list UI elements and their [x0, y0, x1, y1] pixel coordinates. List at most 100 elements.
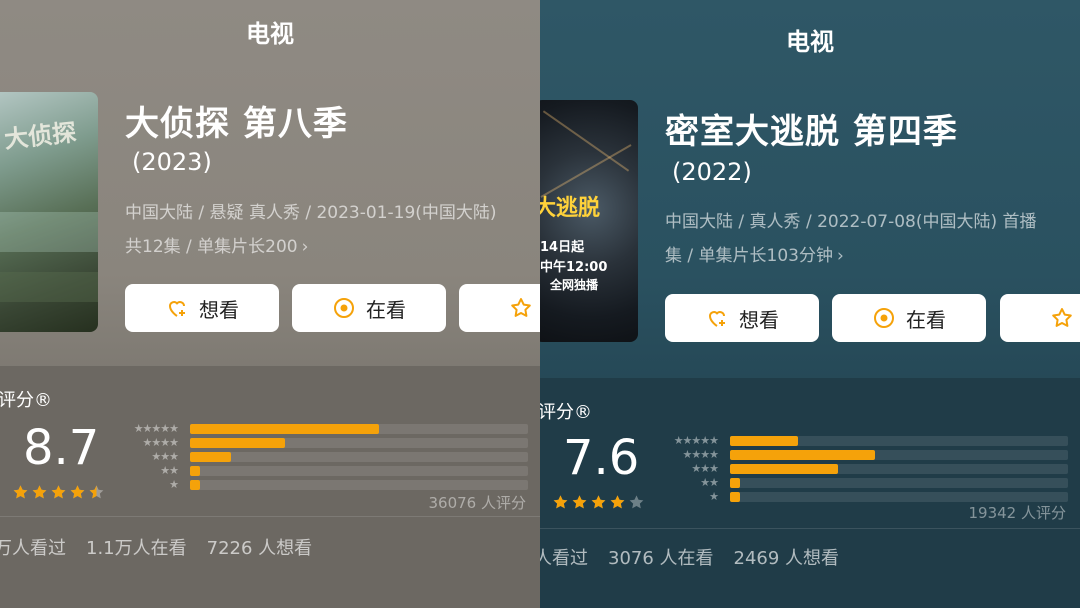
poster-date-text: 14日起 [540, 240, 585, 255]
want-button[interactable]: 想看 [125, 284, 279, 332]
screen: 电视 大侦探 大侦探 第八季 (2023) 中国大陆 / 悬疑 真人秀 / 20… [0, 0, 1080, 608]
watch-stats: 人看过 3076 人在看 2469 人想看 [540, 544, 839, 570]
want-button-label: 想看 [199, 297, 239, 322]
rating-section: 评分® 7.6 ★★★★★ ★★★★ ★★★ ★★ ★ 19342 人评分 人看过 30… [540, 378, 1080, 608]
watched-button[interactable]: 看 [1000, 294, 1080, 342]
star-half-icon [89, 485, 104, 499]
distribution-row: ★★ [122, 464, 530, 478]
meta-line-1: 中国大陆 / 悬疑 真人秀 / 2023-01-19(中国大陆) [125, 203, 497, 223]
want-button[interactable]: 想看 [665, 294, 819, 342]
row-stars-icon: ★★★★★ [133, 422, 179, 435]
distribution-track [190, 424, 528, 434]
show-title: 密室大逃脱 第四季 [665, 112, 958, 152]
meta-line-2: 集 / 单集片长103分钟 [665, 246, 833, 266]
star-filled-icon [553, 495, 568, 509]
watched-count: 人看过 [540, 548, 588, 569]
heart-plus-icon [168, 301, 185, 317]
poster-detail [0, 272, 98, 302]
star-filled-icon [32, 485, 47, 499]
distribution-bar [190, 438, 285, 448]
row-stars-icon: ★ [169, 478, 179, 491]
row-stars-icon: ★★ [700, 476, 719, 489]
rating-distribution: ★★★★★ ★★★★ ★★★ ★★ ★ [122, 422, 530, 492]
rating-label: 评分® [0, 390, 52, 411]
row-stars-icon: ★★★ [151, 450, 179, 463]
star-filled-icon [13, 485, 28, 499]
distribution-row: ★ [122, 478, 530, 492]
poster-detail [0, 212, 98, 252]
poster-image[interactable]: 大侦探 [0, 92, 98, 332]
rating-section: 评分® 8.7 ★★★★★ ★★★★ ★★★ ★★ ★ 36076 人评分 万人看过 1… [0, 366, 540, 608]
distribution-row: ★★★★ [122, 436, 530, 450]
distribution-row: ★★ [662, 476, 1070, 490]
meta-line-1: 中国大陆 / 真人秀 / 2022-07-08(中国大陆) 首播 [665, 212, 1037, 232]
show-year: (2022) [672, 158, 752, 186]
divider [0, 516, 540, 517]
watch-stats: 万人看过 1.1万人在看 7226 人想看 [0, 534, 312, 560]
distribution-bar [730, 478, 741, 488]
distribution-bar [730, 450, 876, 460]
distribution-row: ★★★ [122, 450, 530, 464]
distribution-row: ★★★ [662, 462, 1070, 476]
distribution-track [190, 452, 528, 462]
watching-button[interactable]: 在看 [832, 294, 986, 342]
distribution-track [730, 436, 1068, 446]
row-stars-icon: ★★★ [691, 462, 719, 475]
star-filled-icon [572, 495, 587, 509]
distribution-track [730, 492, 1068, 502]
watching-button[interactable]: 在看 [292, 284, 446, 332]
watching-button-label: 在看 [906, 307, 946, 332]
watched-count: 万人看过 [0, 538, 66, 559]
rating-stars [12, 484, 105, 501]
distribution-bar [190, 466, 201, 476]
rating-count: 19342 人评分 [968, 504, 1067, 522]
distribution-track [190, 466, 528, 476]
watching-icon [874, 308, 894, 328]
poster-exclusive-text: 全网独播 [550, 278, 599, 292]
distribution-bar [730, 464, 839, 474]
want-count: 2469 人想看 [733, 548, 840, 569]
want-count: 7226 人想看 [206, 538, 313, 559]
distribution-track [190, 438, 528, 448]
show-meta[interactable]: 中国大陆 / 真人秀 / 2022-07-08(中国大陆) 首播 集 / 单集片… [665, 205, 1037, 273]
heart-plus-icon [708, 311, 725, 327]
distribution-bar [190, 452, 231, 462]
row-stars-icon: ★ [709, 490, 719, 503]
meta-line-2: 共12集 / 单集片长200 [125, 237, 298, 257]
rating-label: 评分® [540, 402, 592, 423]
row-stars-icon: ★★★★ [682, 448, 719, 461]
star-empty-icon [629, 495, 644, 509]
row-stars-icon: ★★ [160, 464, 179, 477]
right-panel: 电视 大逃脱 14日起 中午12:00 全网独播 密室大逃脱 第四季 (2022… [540, 0, 1080, 608]
distribution-track [730, 478, 1068, 488]
distribution-row: ★★★★ [662, 448, 1070, 462]
rating-count: 36076 人评分 [428, 494, 527, 512]
nav-title: 电视 [246, 20, 294, 48]
star-filled-icon [591, 495, 606, 509]
star-outline-icon [511, 298, 531, 317]
poster-title-text: 大逃脱 [540, 196, 601, 221]
divider [540, 528, 1080, 529]
show-meta[interactable]: 中国大陆 / 悬疑 真人秀 / 2023-01-19(中国大陆) 共12集 / … [125, 196, 497, 264]
poster-image[interactable]: 大逃脱 14日起 中午12:00 全网独播 [540, 100, 638, 342]
distribution-bar [190, 424, 380, 434]
watching-count: 1.1万人在看 [86, 538, 187, 559]
row-stars-icon: ★★★★ [142, 436, 179, 449]
rating-score: 8.7 [23, 420, 100, 476]
star-filled-icon [610, 495, 625, 509]
poster-title-text: 大侦探 [2, 118, 78, 154]
rating-stars [552, 494, 645, 511]
rating-distribution: ★★★★★ ★★★★ ★★★ ★★ ★ [662, 434, 1070, 504]
chevron-right-icon: › [301, 237, 309, 257]
star-outline-icon [1052, 308, 1072, 327]
watched-button[interactable]: 看 [459, 284, 540, 332]
row-stars-icon: ★★★★★ [673, 434, 719, 447]
distribution-bar [730, 492, 741, 502]
distribution-track [730, 464, 1068, 474]
show-year: (2023) [132, 148, 212, 176]
poster-detail [542, 110, 630, 172]
star-filled-icon [70, 485, 85, 499]
distribution-track [190, 480, 528, 490]
want-button-label: 想看 [739, 307, 779, 332]
watching-icon [334, 298, 354, 318]
